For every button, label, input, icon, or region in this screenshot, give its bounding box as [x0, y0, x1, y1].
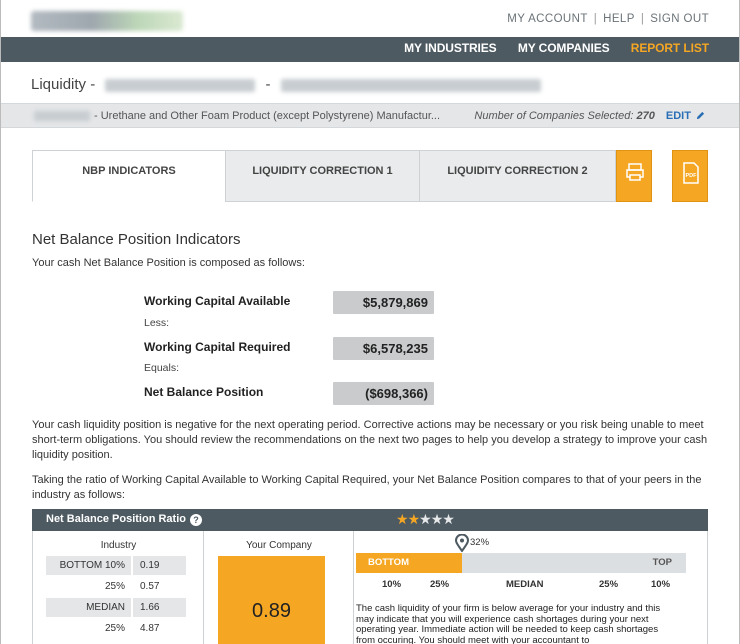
tab-liquidity-correction-2[interactable]: LIQUIDITY CORRECTION 2 [419, 150, 616, 202]
industry-row: 25% 0.57 [46, 577, 186, 596]
tab-liquidity-correction-1[interactable]: LIQUIDITY CORRECTION 1 [225, 150, 420, 202]
page-title: Liquidity - - [31, 76, 541, 93]
brand-logo[interactable] [31, 11, 183, 31]
bar-top-label: TOP [652, 557, 672, 568]
industry-row: BOTTOM 10% 0.19 [46, 556, 186, 575]
tab-label: LIQUIDITY CORRECTION 2 [447, 165, 588, 177]
industry-description: - Urethane and Other Foam Product (excep… [34, 110, 440, 122]
industry-row-label: BOTTOM 10% [46, 556, 131, 575]
printer-icon [626, 163, 644, 181]
link-separator: | [640, 13, 645, 25]
link-separator: | [593, 13, 598, 25]
industry-row-value: 1.66 [133, 598, 186, 617]
section-heading: Net Balance Position Indicators [32, 231, 241, 248]
company-ratio-value: 0.89 [218, 556, 325, 644]
industry-row-value: 0.57 [140, 581, 160, 592]
liquidity-paragraph: Your cash liquidity position is negative… [32, 419, 708, 461]
industry-row: MEDIAN 1.66 [46, 598, 186, 617]
companies-selected: Number of Companies Selected: 270 EDIT [474, 110, 705, 122]
ratio-panel: Industry BOTTOM 10% 0.19 25% 0.57 MEDIAN… [32, 531, 708, 644]
bar-bottom-label: BOTTOM [368, 557, 409, 568]
industry-row-label: 25% [104, 581, 125, 592]
pdf-icon-text: PDF [686, 173, 698, 179]
rating-stars: ★★★★★ [396, 511, 455, 528]
industry-row: 25% 4.87 [46, 619, 186, 638]
pdf-icon: PDF [683, 162, 699, 184]
tick-label: 25% [599, 579, 619, 590]
account-links: MY ACCOUNT | HELP | SIGN OUT [507, 13, 709, 25]
ratio-description: The cash liquidity of your firm is below… [356, 603, 661, 644]
star-filled-icon: ★ [407, 511, 421, 527]
star-empty-icon: ★ [442, 511, 455, 527]
tick-label: 25% [430, 579, 450, 590]
main-nav: MY INDUSTRIES MY COMPANIES REPORT LIST [1, 37, 739, 62]
edit-link[interactable]: EDIT [666, 110, 705, 122]
print-button[interactable] [616, 150, 652, 202]
companies-selected-count: 270 [636, 110, 655, 122]
industry-column: Industry BOTTOM 10% 0.19 25% 0.57 MEDIAN… [33, 531, 204, 644]
wcr-label: Working Capital Required [144, 340, 290, 354]
app-frame: MY ACCOUNT | HELP | SIGN OUT MY INDUSTRIES M… [0, 0, 740, 644]
page-title-prefix: Liquidity - [31, 76, 96, 93]
help-link[interactable]: HELP [603, 13, 635, 25]
nav-report-list[interactable]: REPORT LIST [631, 41, 709, 55]
ratio-header: Net Balance Position Ratio? ★★★★★ [32, 509, 708, 531]
help-icon[interactable]: ? [189, 514, 202, 526]
redacted-report-name [280, 78, 541, 92]
star-empty-icon: ★ [430, 511, 444, 527]
industry-row-label: MEDIAN [46, 598, 131, 617]
wcr-value: $6,578,235 [333, 337, 434, 360]
industry-row-value: 0.19 [133, 556, 186, 575]
comparison-paragraph: Taking the ratio of Working Capital Avai… [32, 474, 702, 501]
tab-nbp-indicators[interactable]: NBP INDICATORS [32, 150, 226, 202]
redacted-naics-code [34, 111, 90, 122]
company-column: Your Company 0.89 [204, 531, 354, 644]
intro-text: Your cash Net Balance Position is compos… [32, 257, 305, 269]
wca-value: $5,879,869 [333, 291, 434, 314]
nav-my-companies[interactable]: MY COMPANIES [518, 41, 610, 55]
title-separator: - [265, 76, 271, 93]
tab-label: NBP INDICATORS [82, 165, 176, 177]
industry-subbar: - Urethane and Other Foam Product (excep… [1, 103, 739, 128]
industry-row-label: 25% [104, 623, 125, 634]
company-header: Your Company [246, 540, 312, 551]
tab-label: LIQUIDITY CORRECTION 1 [252, 165, 393, 177]
percentile-label: 32% [470, 537, 490, 548]
companies-selected-label: Number of Companies Selected: [474, 110, 634, 122]
wca-label: Working Capital Available [144, 294, 290, 308]
edit-label: EDIT [665, 110, 691, 122]
tick-label: 10% [651, 579, 671, 590]
map-pin-icon [455, 534, 469, 552]
tick-label: 10% [382, 579, 402, 590]
nbp-label: Net Balance Position [144, 385, 263, 399]
pdf-button[interactable]: PDF [672, 150, 708, 202]
ratio-title-text: Net Balance Position Ratio [46, 513, 186, 525]
top-header: MY ACCOUNT | HELP | SIGN OUT [1, 0, 739, 37]
tick-label: MEDIAN [506, 579, 544, 590]
wca-label-text: Working Capital Available [144, 294, 291, 308]
equals-label: Equals: [144, 362, 180, 374]
ratio-title: Net Balance Position Ratio? [46, 513, 202, 526]
less-label: Less: [144, 317, 170, 329]
nav-my-industries[interactable]: MY INDUSTRIES [404, 41, 497, 55]
sign-out-link[interactable]: SIGN OUT [650, 13, 709, 25]
star-filled-icon: ★ [396, 511, 409, 527]
industry-header: Industry [100, 540, 137, 551]
nbp-label-text: Net Balance Position [144, 385, 264, 399]
industry-name: - Urethane and Other Foam Product (excep… [94, 110, 441, 122]
star-empty-icon: ★ [419, 511, 432, 527]
nbp-value: ($698,366) [333, 382, 434, 405]
wcr-label-text: Working Capital Required [144, 340, 291, 354]
redacted-company-name [105, 78, 256, 92]
pencil-icon [696, 111, 705, 120]
percentile-gauge: 32% BOTTOM TOP 10% 25% MEDIAN 25% 10% Th… [356, 531, 709, 644]
industry-row-value: 4.87 [140, 623, 160, 634]
my-account-link[interactable]: MY ACCOUNT [507, 13, 587, 25]
report-tabs: NBP INDICATORS LIQUIDITY CORRECTION 1 LI… [32, 150, 708, 202]
percentile-bar: BOTTOM TOP [356, 553, 686, 573]
